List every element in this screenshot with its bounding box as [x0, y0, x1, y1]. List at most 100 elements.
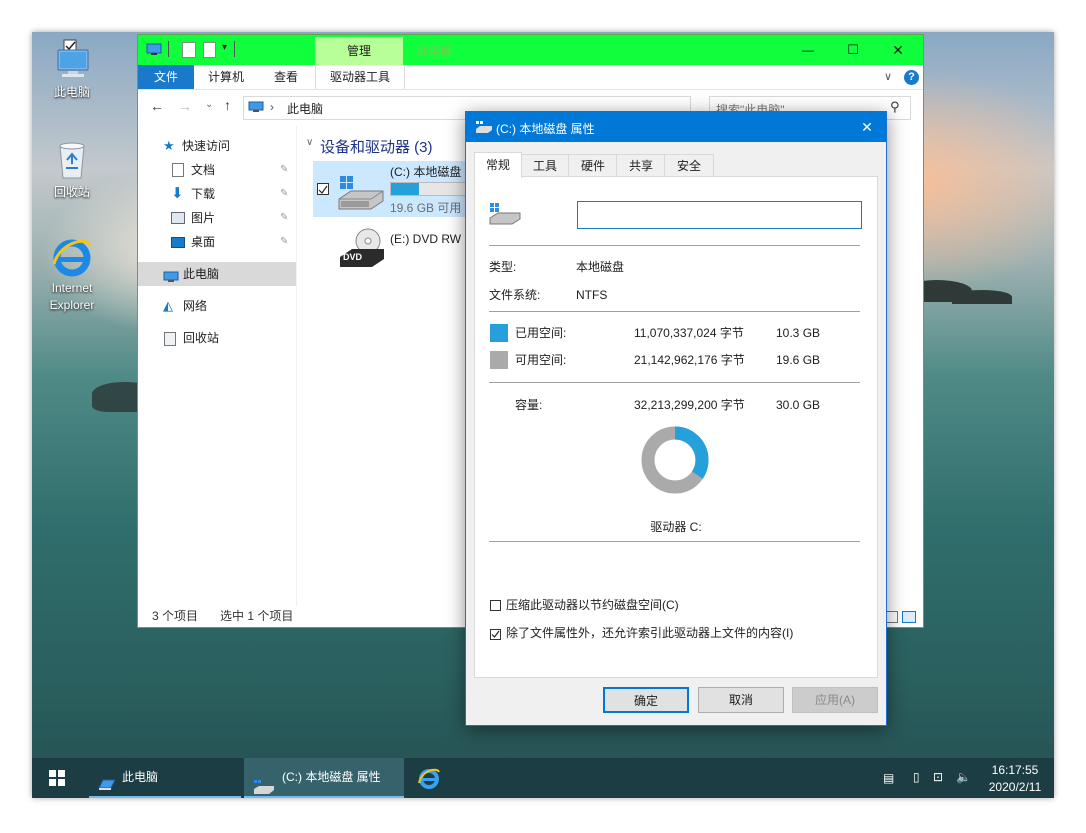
windows-logo-icon [49, 770, 65, 786]
pin-icon[interactable]: ✎ [280, 182, 288, 206]
clock[interactable]: 16:17:55 2020/2/11 [984, 762, 1046, 796]
free-space-label: 可用空间: [515, 353, 567, 367]
nav-label: 下载 [191, 187, 216, 201]
tab-security[interactable]: 安全 [664, 154, 714, 177]
title-separator [234, 41, 235, 57]
properties-icon[interactable] [182, 42, 196, 58]
capacity-gb: 30.0 GB [776, 398, 821, 412]
start-button[interactable] [49, 770, 65, 786]
drive-item-c[interactable]: (C:) 本地磁盘 19.6 GB 可用 [313, 161, 473, 217]
divider [489, 311, 860, 312]
pin-icon[interactable]: ✎ [280, 158, 288, 182]
desktop-icon-recycle-bin[interactable]: 回收站 [37, 138, 107, 201]
drive-letter-label: 驱动器 C: [650, 520, 702, 534]
tab-sharing[interactable]: 共享 [616, 154, 666, 177]
nav-label: 文档 [191, 163, 216, 177]
download-arrow-icon: ⬇ [171, 185, 184, 202]
back-button[interactable]: ← [150, 98, 164, 114]
tab-hardware[interactable]: 硬件 [568, 154, 618, 177]
details-view-icon[interactable] [886, 611, 898, 623]
taskbar-item-explorer[interactable]: 此电脑 [89, 758, 241, 798]
tab-general[interactable]: 常规 [474, 152, 522, 178]
volume-icon[interactable]: 🔈 [956, 770, 971, 784]
nav-item-desktop[interactable]: 桌面 ✎ [138, 230, 296, 254]
used-space-bytes: 11,070,337,024 字节 [634, 326, 744, 340]
taskbar-item-properties[interactable]: (C:) 本地磁盘 属性 [244, 758, 404, 798]
properties-dialog: (C:) 本地磁盘 属性 ✕ 常规 工具 硬件 共享 安全 类型: 本地磁盘 文… [465, 111, 887, 726]
tab-manage[interactable]: 管理 [315, 37, 403, 65]
volume-label-input[interactable] [577, 201, 862, 229]
drive-usage-fill [391, 183, 419, 195]
nav-item-this-pc[interactable]: 此电脑 [138, 262, 296, 286]
index-label[interactable]: 除了文件属性外，还允许索引此驱动器上文件的内容(I) [506, 625, 793, 641]
nav-item-documents[interactable]: 文档 ✎ [138, 158, 296, 182]
apply-button[interactable]: 应用(A) [792, 687, 878, 713]
drive-name-dvd[interactable]: (E:) DVD RW [390, 232, 461, 246]
keyboard-icon[interactable]: ▤ [883, 771, 894, 785]
tab-computer[interactable]: 计算机 [198, 65, 254, 89]
close-button[interactable]: ✕ [883, 40, 913, 60]
compress-label[interactable]: 压缩此驱动器以节约磁盘空间(C) [506, 597, 679, 613]
network-status-icon[interactable]: ⊡ [933, 770, 943, 784]
nav-item-quick-access[interactable]: ★ 快速访问 [138, 134, 296, 158]
capacity-bytes: 32,213,299,200 字节 [634, 398, 745, 412]
nav-item-recycle-bin[interactable]: 回收站 [138, 326, 296, 350]
taskbar-item-label: (C:) 本地磁盘 属性 [282, 770, 381, 784]
large-icons-view-icon[interactable] [902, 611, 916, 623]
explorer-title-bar: ▾ 管理 此电脑 — ☐ ✕ [138, 35, 923, 65]
cancel-button[interactable]: 取消 [698, 687, 784, 713]
internet-explorer-icon[interactable] [417, 766, 441, 790]
forward-button[interactable]: → [178, 98, 192, 114]
tab-view[interactable]: 查看 [258, 65, 314, 89]
minimize-button[interactable]: — [793, 40, 823, 60]
pictures-icon [171, 212, 185, 224]
nav-item-network[interactable]: ◭ 网络 [138, 294, 296, 318]
desktop-icon-this-pc[interactable]: 此电脑 [37, 38, 107, 101]
document-icon [172, 163, 184, 177]
computer-icon [146, 43, 162, 56]
nav-item-downloads[interactable]: ⬇ 下载 ✎ [138, 182, 296, 206]
computer-icon [97, 769, 117, 790]
tab-tools[interactable]: 工具 [520, 154, 570, 177]
free-space-gb: 19.6 GB [776, 353, 821, 367]
recycle-bin-icon [164, 332, 176, 346]
window-title: 此电脑 [417, 44, 454, 58]
up-button[interactable]: ↑ [224, 97, 231, 113]
index-checkbox[interactable] [490, 629, 501, 640]
desktop-icon-label: 回收站 [53, 185, 90, 199]
taskbar-item-label: 此电脑 [122, 770, 159, 784]
computer-icon [248, 101, 264, 113]
compress-checkbox[interactable] [490, 600, 501, 611]
search-icon: ⚲ [890, 99, 900, 114]
ok-button[interactable]: 确定 [603, 687, 689, 713]
title-separator [168, 41, 169, 57]
clock-date: 2020/2/11 [988, 780, 1042, 794]
quick-access-dropdown-icon[interactable]: ▾ [222, 42, 227, 53]
item-count: 3 个项目 [152, 609, 199, 623]
collapse-group-icon[interactable]: ∨ [306, 137, 313, 148]
tab-file[interactable]: 文件 [138, 65, 194, 89]
general-tab-panel: 类型: 本地磁盘 文件系统: NTFS 已用空间: 11,070,337,024… [474, 176, 878, 678]
computer-icon [50, 38, 94, 82]
pin-icon[interactable]: ✎ [280, 206, 288, 230]
maximize-button[interactable]: ☐ [838, 40, 868, 60]
nav-label: 回收站 [183, 331, 220, 345]
filesystem-value: NTFS [576, 288, 608, 302]
nav-label: 此电脑 [183, 267, 220, 281]
desktop-icon-label: 此电脑 [53, 85, 90, 99]
nav-item-pictures[interactable]: 图片 ✎ [138, 206, 296, 230]
close-button[interactable]: ✕ [854, 117, 880, 137]
expand-ribbon-icon[interactable]: ∨ [884, 70, 892, 83]
desktop-icon-internet-explorer[interactable]: Internet Explorer [37, 234, 107, 314]
island-silhouette [952, 290, 1012, 304]
filesystem-label: 文件系统: [489, 288, 541, 302]
tab-drive-tools[interactable]: 驱动器工具 [315, 65, 405, 89]
pin-icon[interactable]: ✎ [280, 230, 288, 254]
help-icon[interactable]: ? [904, 70, 919, 85]
usb-device-icon[interactable]: ▯ [913, 770, 920, 784]
new-folder-icon[interactable] [203, 42, 216, 58]
item-checkbox[interactable] [317, 183, 329, 195]
recent-locations-icon[interactable]: ⌄ [205, 99, 213, 110]
drive-name: (C:) 本地磁盘 [390, 165, 462, 179]
group-header: 设备和驱动器 (3) [320, 139, 433, 156]
